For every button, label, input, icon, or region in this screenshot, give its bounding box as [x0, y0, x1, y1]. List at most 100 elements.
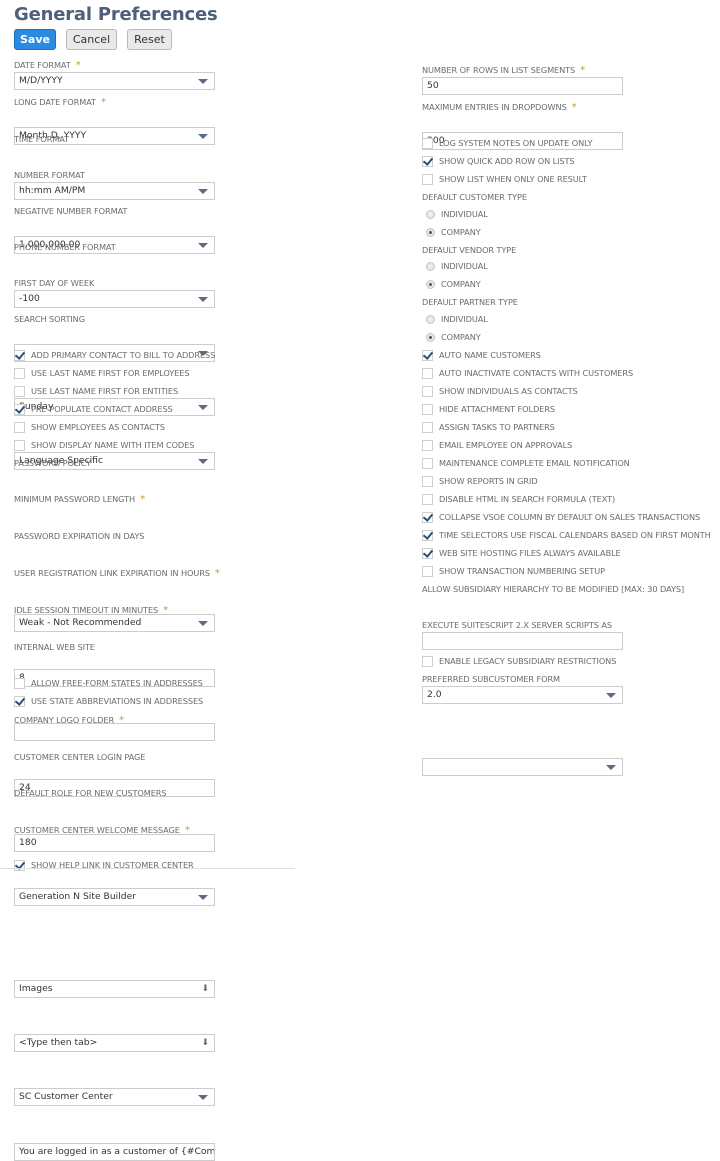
execute-suitescript-label: EXECUTE SUITESCRIPT 2.X SERVER SCRIPTS A… [422, 620, 612, 630]
date-format-select[interactable]: M/D/YYYY [14, 72, 215, 90]
company-logo-folder-select[interactable]: Images ⬇︎ [14, 980, 215, 998]
preferred-subcustomer-form-select[interactable] [422, 758, 623, 776]
checkbox-web-site-hosting[interactable]: WEB SITE HOSTING FILES ALWAYS AVAILABLE [422, 546, 621, 560]
checkbox-checked-icon[interactable] [14, 349, 25, 361]
phone-number-format-label: PHONE NUMBER FORMAT [14, 242, 116, 252]
required-icon: * [119, 715, 124, 726]
checkbox-icon[interactable] [14, 677, 25, 689]
checkbox-checked-icon[interactable] [422, 547, 433, 559]
checkbox-maintenance-email[interactable]: MAINTENANCE COMPLETE EMAIL NOTIFICATION [422, 456, 630, 470]
radio-customer-individual[interactable]: INDIVIDUAL [422, 207, 488, 221]
checkbox-last-name-entities[interactable]: USE LAST NAME FIRST FOR ENTITIES [14, 384, 178, 398]
checkbox-icon[interactable] [422, 475, 433, 487]
radio-icon[interactable] [426, 209, 435, 219]
checkbox-legacy-subsidiary[interactable]: ENABLE LEGACY SUBSIDIARY RESTRICTIONS [422, 654, 616, 668]
checkbox-icon[interactable] [14, 439, 25, 451]
checkbox-free-form-states[interactable]: ALLOW FREE-FORM STATES IN ADDRESSES [14, 676, 203, 690]
double-chevron-down-icon[interactable]: ⬇︎ [201, 1036, 209, 1050]
checkbox-icon[interactable] [422, 137, 433, 149]
checkbox-icon[interactable] [14, 421, 25, 433]
password-expiration-label: PASSWORD EXPIRATION IN DAYS [14, 531, 145, 541]
checkbox-checked-icon[interactable] [422, 529, 433, 541]
customer-center-login-page-select[interactable]: <Type then tab> ⬇︎ [14, 1034, 215, 1052]
checkbox-icon[interactable] [422, 421, 433, 433]
allow-subsidiary-hierarchy-label: ALLOW SUBSIDIARY HIERARCHY TO BE MODIFIE… [422, 584, 685, 594]
radio-vendor-company[interactable]: COMPANY [422, 277, 481, 291]
default-role-new-customers-select[interactable]: SC Customer Center [14, 1088, 215, 1106]
checkbox-transaction-numbering[interactable]: SHOW TRANSACTION NUMBERING SETUP [422, 564, 605, 578]
checkbox-icon[interactable] [422, 565, 433, 577]
radio-vendor-individual[interactable]: INDIVIDUAL [422, 259, 488, 273]
checkbox-hide-attachment-folders[interactable]: HIDE ATTACHMENT FOLDERS [422, 402, 555, 416]
rows-in-list-segments-input[interactable]: 50 [422, 77, 623, 95]
idle-session-timeout-label: IDLE SESSION TIMEOUT IN MINUTES * [14, 605, 169, 616]
checkbox-auto-name-customers[interactable]: AUTO NAME CUSTOMERS [422, 348, 541, 362]
checkbox-icon[interactable] [422, 173, 433, 185]
checkbox-prepopulate-contact-address[interactable]: PRE-POPULATE CONTACT ADDRESS [14, 402, 173, 416]
checkbox-icon[interactable] [422, 439, 433, 451]
checkbox-icon[interactable] [422, 403, 433, 415]
checkbox-checked-icon[interactable] [422, 155, 433, 167]
checkbox-icon[interactable] [422, 655, 433, 667]
radio-selected-icon[interactable] [426, 332, 435, 342]
caret-down-icon [198, 405, 208, 410]
checkbox-list-one-result[interactable]: SHOW LIST WHEN ONLY ONE RESULT [422, 172, 587, 186]
radio-icon[interactable] [426, 261, 435, 271]
caret-down-icon [198, 243, 208, 248]
checkbox-log-system-notes[interactable]: LOG SYSTEM NOTES ON UPDATE ONLY [422, 136, 592, 150]
idle-session-timeout-input[interactable]: 180 [14, 834, 215, 852]
checkbox-collapse-vsoe[interactable]: COLLAPSE VSOE COLUMN BY DEFAULT ON SALES… [422, 510, 700, 524]
customer-center-login-page-label: CUSTOMER CENTER LOGIN PAGE [14, 752, 146, 762]
checkbox-employees-as-contacts[interactable]: SHOW EMPLOYEES AS CONTACTS [14, 420, 165, 434]
radio-partner-individual[interactable]: INDIVIDUAL [422, 312, 488, 326]
checkbox-assign-tasks-partners[interactable]: ASSIGN TASKS TO PARTNERS [422, 420, 555, 434]
checkbox-icon[interactable] [422, 493, 433, 505]
caret-down-icon [198, 134, 208, 139]
radio-selected-icon[interactable] [426, 227, 435, 237]
checkbox-icon[interactable] [14, 367, 25, 379]
checkbox-icon[interactable] [422, 457, 433, 469]
caret-down-icon [198, 895, 208, 900]
checkbox-checked-icon[interactable] [14, 403, 25, 415]
checkbox-reports-in-grid[interactable]: SHOW REPORTS IN GRID [422, 474, 538, 488]
radio-icon[interactable] [426, 314, 435, 324]
required-icon: * [140, 494, 145, 505]
default-customer-type-label: DEFAULT CUSTOMER TYPE [422, 192, 527, 202]
radio-selected-icon[interactable] [426, 279, 435, 289]
double-chevron-down-icon[interactable]: ⬇︎ [201, 982, 209, 996]
checkbox-show-help-link[interactable]: SHOW HELP LINK IN CUSTOMER CENTER [14, 858, 194, 872]
password-policy-select[interactable]: Weak - Not Recommended [14, 614, 215, 632]
rows-in-list-segments-label: NUMBER OF ROWS IN LIST SEGMENTS * [422, 65, 586, 76]
internal-web-site-label: INTERNAL WEB SITE [14, 642, 95, 652]
checkbox-add-primary-contact[interactable]: ADD PRIMARY CONTACT TO BILL TO ADDRESS [14, 348, 215, 362]
checkbox-display-name-item-codes[interactable]: SHOW DISPLAY NAME WITH ITEM CODES [14, 438, 194, 452]
time-format-select[interactable]: hh:mm AM/PM [14, 182, 215, 200]
caret-down-icon [198, 459, 208, 464]
checkbox-checked-icon[interactable] [14, 695, 25, 707]
checkbox-last-name-employees[interactable]: USE LAST NAME FIRST FOR EMPLOYEES [14, 366, 190, 380]
required-icon: * [580, 65, 586, 76]
radio-customer-company[interactable]: COMPANY [422, 225, 481, 239]
min-password-length-label: MINIMUM PASSWORD LENGTH * [14, 494, 145, 505]
allow-subsidiary-hierarchy-input[interactable] [422, 632, 623, 650]
checkbox-disable-html-search[interactable]: DISABLE HTML IN SEARCH FORMULA (TEXT) [422, 492, 615, 506]
customer-center-welcome-input[interactable]: You are logged in as a customer of {#Com… [14, 1143, 215, 1161]
checkbox-icon[interactable] [14, 385, 25, 397]
checkbox-icon[interactable] [422, 385, 433, 397]
checkbox-checked-icon[interactable] [422, 511, 433, 523]
checkbox-state-abbreviations[interactable]: USE STATE ABBREVIATIONS IN ADDRESSES [14, 694, 203, 708]
caret-down-icon [606, 765, 616, 770]
internal-web-site-select[interactable]: Generation N Site Builder [14, 888, 215, 906]
checkbox-checked-icon[interactable] [422, 349, 433, 361]
negative-number-format-select[interactable]: -100 [14, 290, 215, 308]
checkbox-quick-add-row[interactable]: SHOW QUICK ADD ROW ON LISTS [422, 154, 575, 168]
radio-partner-company[interactable]: COMPANY [422, 330, 481, 344]
checkbox-fiscal-calendars[interactable]: TIME SELECTORS USE FISCAL CALENDARS BASE… [422, 528, 711, 542]
execute-suitescript-select[interactable]: 2.0 [422, 686, 623, 704]
negative-number-format-label: NEGATIVE NUMBER FORMAT [14, 206, 128, 216]
checkbox-email-employee-approvals[interactable]: EMAIL EMPLOYEE ON APPROVALS [422, 438, 572, 452]
checkbox-auto-inactivate-contacts[interactable]: AUTO INACTIVATE CONTACTS WITH CUSTOMERS [422, 366, 633, 380]
left-column: DATE FORMAT * M/D/YYYY LONG DATE FORMAT * … [14, 0, 239, 1161]
checkbox-individuals-as-contacts[interactable]: SHOW INDIVIDUALS AS CONTACTS [422, 384, 578, 398]
checkbox-icon[interactable] [422, 367, 433, 379]
